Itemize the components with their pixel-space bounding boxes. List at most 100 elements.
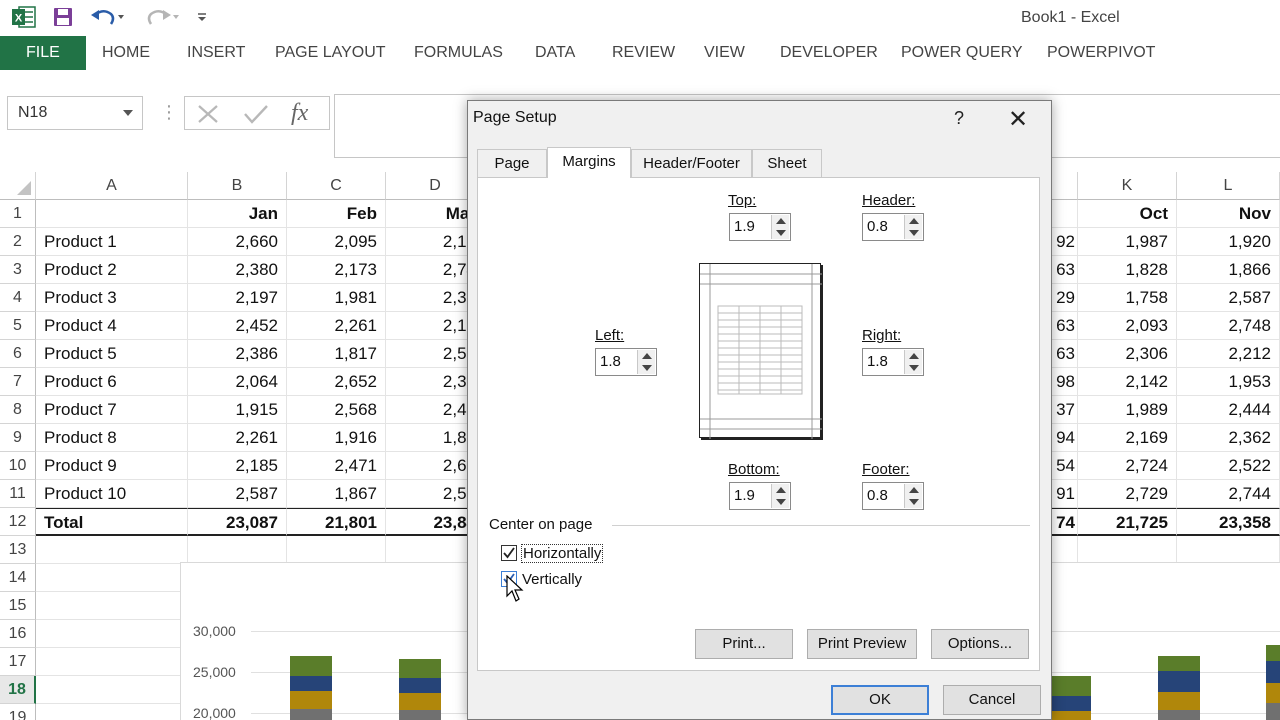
customize-qat-icon[interactable] xyxy=(194,4,210,30)
save-icon[interactable] xyxy=(50,4,76,30)
chart-bar-oct-partial[interactable] xyxy=(1049,676,1091,720)
data-cell[interactable]: 2,652 xyxy=(287,368,386,396)
row-header-10[interactable]: 10 xyxy=(0,452,36,480)
row-header-12[interactable]: 12 xyxy=(0,508,36,536)
spin-buttons[interactable] xyxy=(904,215,922,239)
data-cell[interactable]: 63 xyxy=(1052,256,1078,284)
data-cell[interactable]: Product 5 xyxy=(36,340,188,368)
column-title-cell[interactable]: Jan xyxy=(188,200,287,228)
data-cell[interactable]: 2,261 xyxy=(188,424,287,452)
spin-down-icon[interactable] xyxy=(776,230,786,236)
data-cell[interactable]: Product 1 xyxy=(36,228,188,256)
row-header-17[interactable]: 17 xyxy=(0,648,36,676)
data-cell[interactable]: 2,568 xyxy=(287,396,386,424)
data-cell[interactable]: 2,471 xyxy=(287,452,386,480)
chart-bar-jan[interactable] xyxy=(290,656,332,720)
tab-page[interactable]: Page xyxy=(477,149,547,177)
spin-buttons[interactable] xyxy=(904,484,922,508)
total-cell[interactable]: 23,087 xyxy=(188,508,287,536)
name-box[interactable]: N18 xyxy=(7,96,143,130)
chart-bar-nov[interactable] xyxy=(1158,656,1200,720)
spin-buttons[interactable] xyxy=(771,484,789,508)
data-cell[interactable]: 2,660 xyxy=(188,228,287,256)
row-header-16[interactable]: 16 xyxy=(0,620,36,648)
data-cell[interactable]: 29 xyxy=(1052,284,1078,312)
data-cell[interactable]: 63 xyxy=(1052,312,1078,340)
row-header-13[interactable]: 13 xyxy=(0,536,36,564)
row-header-11[interactable]: 11 xyxy=(0,480,36,508)
data-cell[interactable]: 2,522 xyxy=(1177,452,1280,480)
data-cell[interactable]: 2,729 xyxy=(1078,480,1177,508)
data-cell[interactable]: 92 xyxy=(1052,228,1078,256)
data-cell[interactable]: 1,916 xyxy=(287,424,386,452)
data-cell[interactable] xyxy=(36,648,188,676)
left-margin-spinner[interactable]: 1.8 xyxy=(595,348,657,376)
row-header-15[interactable]: 15 xyxy=(0,592,36,620)
spin-up-icon[interactable] xyxy=(776,487,786,493)
chart-bar-dec-partial[interactable] xyxy=(1266,645,1280,720)
data-cell[interactable] xyxy=(36,620,188,648)
data-cell[interactable]: Product 6 xyxy=(36,368,188,396)
horizontally-checkbox[interactable] xyxy=(501,545,517,561)
data-cell[interactable]: Product 8 xyxy=(36,424,188,452)
total-cell[interactable]: 21,725 xyxy=(1078,508,1177,536)
chevron-down-icon[interactable] xyxy=(123,110,133,116)
undo-icon[interactable] xyxy=(88,4,128,30)
data-cell[interactable]: 2,587 xyxy=(1177,284,1280,312)
row-header-6[interactable]: 6 xyxy=(0,340,36,368)
column-title-cell[interactable]: Feb xyxy=(287,200,386,228)
column-header-j[interactable] xyxy=(1052,172,1078,200)
column-header-l[interactable]: L xyxy=(1177,172,1280,200)
spin-down-icon[interactable] xyxy=(909,230,919,236)
tab-file[interactable]: FILE xyxy=(0,36,86,70)
data-cell[interactable]: Product 10 xyxy=(36,480,188,508)
help-button[interactable]: ? xyxy=(954,108,964,129)
total-cell[interactable]: Total xyxy=(36,508,188,536)
close-icon[interactable]: ✕ xyxy=(1008,105,1028,134)
data-cell[interactable]: 2,748 xyxy=(1177,312,1280,340)
column-header-c[interactable]: C xyxy=(287,172,386,200)
ok-button[interactable]: OK xyxy=(831,685,929,715)
data-cell[interactable] xyxy=(36,704,188,720)
data-cell[interactable]: 1,817 xyxy=(287,340,386,368)
data-cell[interactable]: 63 xyxy=(1052,340,1078,368)
select-all-corner[interactable] xyxy=(0,172,36,200)
vertically-label[interactable]: Vertically xyxy=(522,571,582,588)
left-margin-value[interactable]: 1.8 xyxy=(600,353,621,370)
spin-down-icon[interactable] xyxy=(909,499,919,505)
data-cell[interactable]: 91 xyxy=(1052,480,1078,508)
data-cell[interactable]: 2,185 xyxy=(188,452,287,480)
redo-icon[interactable] xyxy=(140,4,182,30)
data-cell[interactable]: 98 xyxy=(1052,368,1078,396)
right-margin-value[interactable]: 1.8 xyxy=(867,353,888,370)
spin-down-icon[interactable] xyxy=(776,499,786,505)
row-header-14[interactable]: 14 xyxy=(0,564,36,592)
data-cell[interactable]: 37 xyxy=(1052,396,1078,424)
top-margin-value[interactable]: 1.9 xyxy=(734,218,755,235)
spin-down-icon[interactable] xyxy=(909,365,919,371)
data-cell[interactable]: 2,197 xyxy=(188,284,287,312)
chart-bar-feb[interactable] xyxy=(399,659,441,720)
data-cell[interactable]: 2,444 xyxy=(1177,396,1280,424)
footer-margin-spinner[interactable]: 0.8 xyxy=(862,482,924,510)
data-cell[interactable]: 1,953 xyxy=(1177,368,1280,396)
data-cell[interactable]: 2,452 xyxy=(188,312,287,340)
data-cell[interactable]: Product 4 xyxy=(36,312,188,340)
spin-up-icon[interactable] xyxy=(909,353,919,359)
spin-buttons[interactable] xyxy=(637,350,655,374)
data-cell[interactable]: 2,142 xyxy=(1078,368,1177,396)
top-margin-spinner[interactable]: 1.9 xyxy=(729,213,791,241)
row-header-19[interactable]: 19 xyxy=(0,704,36,720)
data-cell[interactable]: 2,306 xyxy=(1078,340,1177,368)
spin-down-icon[interactable] xyxy=(642,365,652,371)
data-cell[interactable]: 1,758 xyxy=(1078,284,1177,312)
data-cell[interactable]: 1,866 xyxy=(1177,256,1280,284)
data-cell[interactable]: 1,981 xyxy=(287,284,386,312)
data-cell[interactable]: 2,261 xyxy=(287,312,386,340)
spin-buttons[interactable] xyxy=(904,350,922,374)
bottom-margin-value[interactable]: 1.9 xyxy=(734,487,755,504)
column-title-cell[interactable] xyxy=(36,200,188,228)
tab-view[interactable]: VIEW xyxy=(704,36,745,70)
row-header-3[interactable]: 3 xyxy=(0,256,36,284)
tab-review[interactable]: REVIEW xyxy=(612,36,675,70)
